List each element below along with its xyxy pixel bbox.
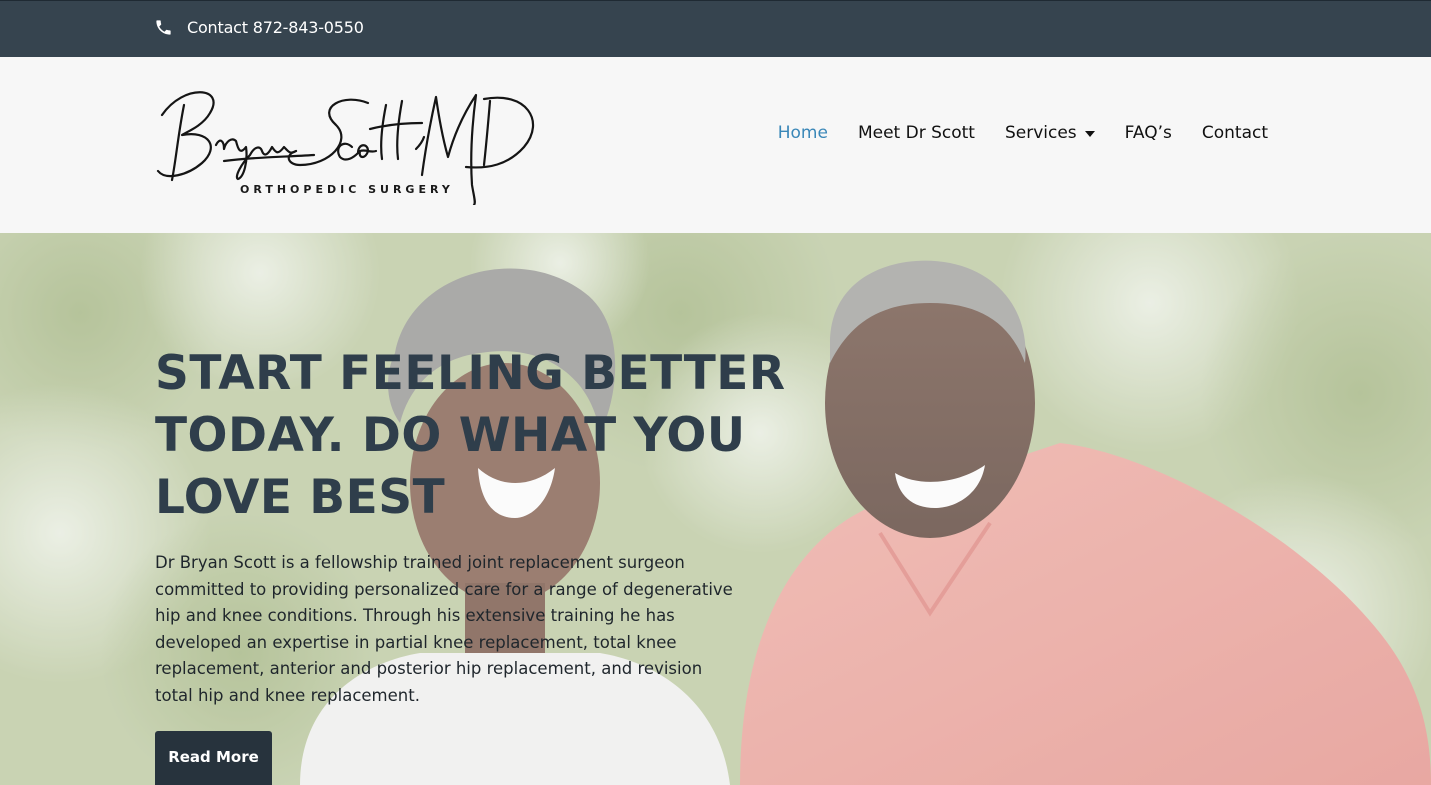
read-more-button[interactable]: Read More [155,731,272,785]
contact-phone-link[interactable]: Contact 872-843-0550 [154,18,364,37]
hero-title: START FEELING BETTER TODAY. DO WHAT YOU … [155,346,786,525]
nav-meet-dr-scott[interactable]: Meet Dr Scott [858,123,975,143]
contact-phone-text: Contact 872-843-0550 [187,18,364,37]
nav-contact[interactable]: Contact [1202,123,1268,143]
caret-down-icon [1084,131,1095,137]
nav-home[interactable]: Home [778,123,828,143]
top-contact-bar: Contact 872-843-0550 [0,0,1431,57]
nav-services[interactable]: Services [1005,123,1095,143]
hero-section: START FEELING BETTER TODAY. DO WHAT YOU … [0,233,1431,785]
main-navigation: Home Meet Dr Scott Services FAQ’s Contac… [778,123,1268,143]
logo-subtitle: ORTHOPEDIC SURGERY [240,183,454,196]
phone-icon [154,18,173,37]
nav-contact-label: Contact [1201,123,1268,143]
nav-meet-dr-scott-label: Meet Dr Scott [857,123,975,143]
nav-faqs[interactable]: FAQ’s [1125,123,1172,143]
site-logo[interactable]: ORTHOPEDIC SURGERY [154,85,539,205]
hero-description: Dr Bryan Scott is a fellowship trained j… [155,553,733,705]
nav-services-label: Services [1004,123,1077,143]
nav-home-label: Home [777,123,828,143]
site-header: ORTHOPEDIC SURGERY Home Meet Dr Scott Se… [0,57,1431,233]
nav-faqs-label: FAQ’s [1124,123,1172,143]
